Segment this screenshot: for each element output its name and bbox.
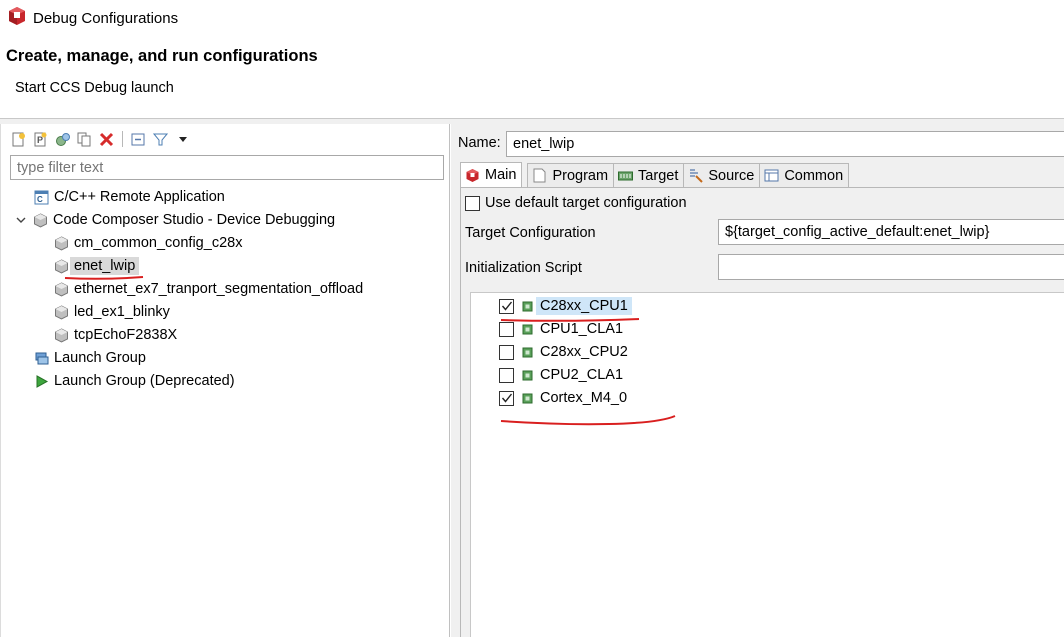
checkbox-checked[interactable] (499, 390, 514, 406)
window-title: Debug Configurations (33, 9, 179, 27)
tab-label: Source (708, 167, 755, 184)
cpu-chip-icon (521, 323, 534, 336)
core-item-cpu1-cla1[interactable]: CPU1_CLA1 (499, 318, 623, 340)
checkbox-unchecked[interactable] (499, 321, 514, 337)
core-label: CPU2_CLA1 (540, 367, 624, 383)
ccs-cube-icon (465, 168, 480, 183)
target-icon (618, 168, 634, 183)
core-item-cpu2-cla1[interactable]: CPU2_CLA1 (499, 364, 623, 386)
checkbox-unchecked[interactable] (465, 195, 480, 211)
checkbox-unchecked[interactable] (499, 367, 514, 383)
tab-label: Main (485, 167, 517, 183)
duplicate-icon[interactable] (76, 131, 93, 148)
banner-description: Start CCS Debug launch (15, 80, 174, 96)
tree-item-label: cm_common_config_c28x (74, 235, 243, 251)
title-bar: Debug Configurations (0, 0, 1064, 36)
tab-target[interactable]: Target (613, 163, 685, 187)
collapse-all-icon[interactable] (130, 131, 147, 148)
banner-heading: Create, manage, and run configurations (6, 47, 318, 65)
tree-item-label: C/C++ Remote Application (54, 189, 225, 205)
core-label: Cortex_M4_0 (540, 390, 628, 406)
target-configuration-field[interactable]: ${target_config_active_default:enet_lwip… (718, 219, 1064, 245)
initialization-script-label: Initialization Script (465, 260, 582, 276)
configuration-editor: Name: enet_lwip Main Program Target Sour… (451, 124, 1064, 637)
export-config-icon[interactable] (54, 131, 71, 148)
play-icon (33, 373, 49, 389)
use-default-target-checkbox[interactable]: Use default target configuration (465, 195, 687, 211)
core-item-cortex-m4-0[interactable]: Cortex_M4_0 (499, 387, 627, 409)
tab-label: Program (552, 167, 609, 184)
cpu-chip-icon (521, 346, 534, 359)
new-prototype-icon[interactable]: P (32, 131, 49, 148)
tab-source[interactable]: Source (683, 163, 761, 187)
tree-toolbar: P (10, 128, 191, 150)
tree-item-ccs-device-debugging[interactable]: Code Composer Studio - Device Debugging (14, 209, 335, 231)
c-app-icon: C (33, 189, 49, 205)
tree-item-label: Launch Group (54, 350, 146, 366)
filter-input[interactable] (10, 155, 444, 180)
tree-item-launch-group-deprecated[interactable]: Launch Group (Deprecated) (33, 370, 235, 392)
page-icon (532, 168, 547, 183)
tree-item-label: ethernet_ex7_tranport_segmentation_offlo… (74, 281, 364, 297)
core-selection-list: C28xx_CPU1 CPU1_CLA1 C28xx_CPU2 CPU2_CLA… (470, 292, 1064, 637)
tab-common[interactable]: Common (759, 163, 850, 187)
cpu-chip-icon (521, 392, 534, 405)
tab-main[interactable]: Main (460, 162, 523, 187)
tree-item-launch-group[interactable]: Launch Group (33, 347, 146, 369)
cpu-chip-icon (521, 369, 534, 382)
tree-item-enet-lwip[interactable]: enet_lwip (53, 255, 140, 277)
annotation-underline-cortex-m4 (500, 415, 676, 426)
filter-icon[interactable] (152, 131, 169, 148)
tree-item-label: enet_lwip (70, 257, 140, 275)
initialization-script-field[interactable] (718, 254, 1064, 280)
core-label: C28xx_CPU1 (536, 297, 632, 315)
tree-item-c-cpp-remote[interactable]: C C/C++ Remote Application (33, 186, 225, 208)
core-item-c28xx-cpu2[interactable]: C28xx_CPU2 (499, 341, 628, 363)
tree-item-label: led_ex1_blinky (74, 304, 170, 320)
tree-item-cm-common-config[interactable]: cm_common_config_c28x (53, 232, 242, 254)
configuration-tree-panel: P C C/C++ Remote Application (0, 124, 450, 637)
tree-item-label: tcpEchoF2838X (74, 327, 178, 343)
new-config-icon[interactable] (10, 131, 27, 148)
ccs-cube-icon (53, 281, 69, 297)
tree-item-ethernet-ex7[interactable]: ethernet_ex7_tranport_segmentation_offlo… (53, 278, 363, 300)
ccs-cube-icon (53, 235, 69, 251)
common-icon (764, 168, 779, 183)
core-label: C28xx_CPU2 (540, 344, 628, 360)
config-tabs: Main Program Target Source Common (460, 162, 850, 187)
chevron-down-icon[interactable] (14, 213, 28, 227)
dialog-banner: Create, manage, and run configurations S… (0, 36, 1064, 118)
ccs-app-icon (7, 6, 27, 30)
main-tab-content: Use default target configuration Target … (460, 187, 1064, 637)
target-configuration-label: Target Configuration (465, 225, 596, 241)
source-icon (688, 168, 704, 183)
toolbar-divider (122, 131, 123, 147)
tree-item-tcpechof2838x[interactable]: tcpEchoF2838X (53, 324, 177, 346)
view-menu-icon[interactable] (174, 131, 191, 148)
name-input[interactable]: enet_lwip (506, 131, 1064, 157)
name-label: Name: (458, 135, 501, 151)
ccs-cube-icon (53, 327, 69, 343)
ccs-cube-icon (53, 304, 69, 320)
core-label: CPU1_CLA1 (540, 321, 624, 337)
delete-icon[interactable] (98, 131, 115, 148)
cpu-chip-icon (521, 300, 534, 313)
core-item-c28xx-cpu1[interactable]: C28xx_CPU1 (499, 295, 632, 317)
checkbox-checked[interactable] (499, 298, 514, 314)
svg-text:C: C (37, 195, 43, 204)
tree-item-label: Code Composer Studio - Device Debugging (53, 212, 336, 228)
tab-label: Common (784, 167, 844, 184)
tab-program[interactable]: Program (527, 163, 615, 187)
tab-label: Target (638, 167, 679, 184)
tree-item-label: Launch Group (Deprecated) (54, 373, 235, 389)
launch-group-icon (33, 350, 49, 366)
ccs-cube-icon (53, 258, 69, 274)
use-default-label: Use default target configuration (485, 195, 687, 211)
tree-item-led-ex1-blinky[interactable]: led_ex1_blinky (53, 301, 170, 323)
checkbox-unchecked[interactable] (499, 344, 514, 360)
ccs-cube-icon (32, 212, 48, 228)
